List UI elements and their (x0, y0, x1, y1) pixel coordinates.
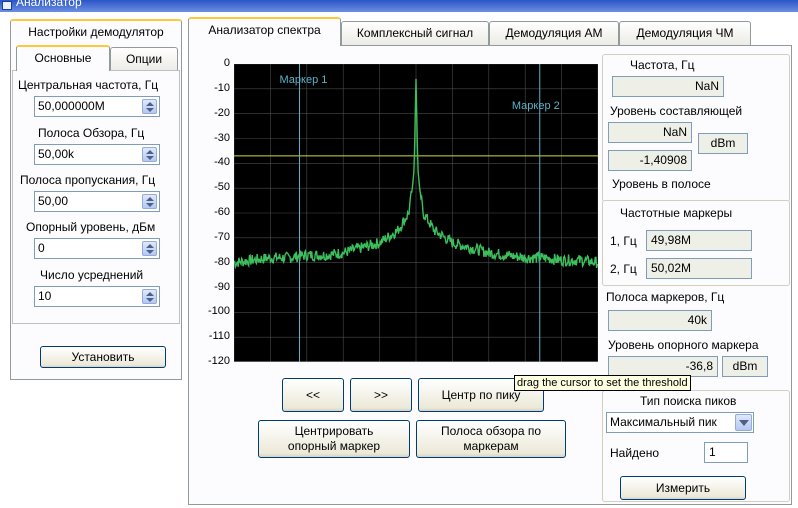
span-input[interactable]: 50,00k (34, 144, 160, 165)
freq-markers-label: Частотные маркеры (620, 206, 733, 220)
band-level-value: -1,40908 (608, 150, 692, 171)
span-value: 50,00k (38, 147, 75, 161)
y-tick-label: -100 (207, 305, 230, 318)
ref-level-label: Опорный уровень, дБм (26, 220, 156, 234)
bandwidth-label: Полоса пропускания, Гц (20, 173, 156, 187)
next-button[interactable]: >> (350, 378, 412, 412)
y-tick-label: -60 (214, 206, 230, 218)
spin-updown-icon[interactable] (142, 194, 157, 209)
marker-2-freq-value: 50,02M (646, 258, 752, 279)
tab-label: Настройки демодулятор (28, 25, 164, 39)
ref-level-value: 0 (38, 241, 45, 255)
spin-updown-icon[interactable] (142, 289, 157, 304)
marker-1-freq-value: 49,98M (646, 230, 752, 251)
peak-type-value: Максимальный пик (610, 415, 717, 429)
tab-complex-signal[interactable]: Комплексный сигнал (341, 21, 489, 45)
tab-fm-demod[interactable]: Демодуляция ЧМ (619, 21, 751, 45)
spin-updown-icon[interactable] (142, 241, 157, 256)
y-tick-label: -20 (214, 106, 230, 119)
title-bar: Анализатор (0, 0, 798, 12)
tab-fm-label: Демодуляция ЧМ (636, 26, 734, 40)
subtab-options-label: Опции (125, 52, 163, 66)
marker-2-freq-label: 2, Гц (610, 262, 637, 276)
y-tick-label: -110 (208, 330, 230, 343)
subtab-options[interactable]: Опции (110, 47, 178, 71)
level-unit: dBm (698, 133, 748, 154)
ref-marker-level-label: Уровень опорного маркера (608, 338, 759, 352)
subtab-main[interactable]: Основные (16, 45, 110, 71)
marker-2-label: Маркер 2 (512, 100, 560, 112)
y-tick-label: -30 (214, 131, 230, 144)
tab-spectrum-analyzer[interactable]: Анализатор спектра (188, 17, 341, 46)
ref-marker-level-value: -36,8 (608, 356, 718, 377)
center-freq-value: 50,000000M (38, 99, 105, 113)
center-freq-input[interactable]: 50,000000M (34, 96, 160, 117)
spectrum-chart[interactable]: Маркер 1 Маркер 2 (234, 64, 598, 362)
band-level-label: Уровень в полосе (612, 177, 711, 191)
tab-am-demod[interactable]: Демодуляция АМ (489, 21, 619, 45)
peak-type-label: Тип поиска пиков (640, 394, 737, 408)
tab-am-label: Демодуляция АМ (505, 26, 603, 40)
marker-span-value: 40k (608, 310, 712, 331)
frequency-label: Частота, Гц (630, 58, 695, 72)
apply-button[interactable]: Установить (40, 346, 166, 368)
spin-updown-icon[interactable] (142, 99, 157, 114)
span-label: Полоса Обзора, Гц (38, 126, 145, 140)
component-level-value: NaN (608, 122, 692, 143)
averages-input[interactable]: 10 (34, 286, 160, 307)
bandwidth-value: 50,00 (38, 194, 69, 208)
y-tick-label: -90 (214, 280, 230, 293)
spin-updown-icon[interactable] (142, 147, 157, 162)
center-freq-label: Центральная частота, Гц (18, 78, 159, 92)
tab-demodulator-settings[interactable]: Настройки демодулятор (10, 19, 182, 46)
subtab-main-label: Основные (34, 51, 92, 65)
ref-level-input[interactable]: 0 (34, 238, 160, 259)
marker-1-freq-label: 1, Гц (610, 234, 637, 248)
y-tick-label: -120 (207, 355, 230, 367)
measure-button[interactable]: Измерить (620, 476, 746, 500)
center-ref-marker-button[interactable]: Центрировать опорный маркер (258, 420, 410, 458)
y-tick-label: -50 (214, 181, 230, 194)
tab-spectrum-label: Анализатор спектра (208, 23, 321, 37)
y-tick-label: -80 (214, 255, 230, 268)
prev-button[interactable]: << (282, 378, 344, 412)
peak-type-select[interactable]: Максимальный пик (606, 412, 754, 433)
ref-marker-unit: dBm (722, 356, 768, 377)
y-tick-label: 0 (223, 57, 230, 69)
y-tick-label: -10 (214, 81, 230, 94)
chevron-down-icon[interactable] (735, 414, 752, 431)
marker-span-label: Полоса маркеров, Гц (606, 290, 725, 304)
averages-label: Число усреднений (40, 268, 144, 282)
app-icon (2, 1, 12, 10)
bandwidth-input[interactable]: 50,00 (34, 191, 160, 212)
threshold-tooltip: drag the cursor to set the threshold (514, 375, 691, 391)
tab-complex-label: Комплексный сигнал (356, 26, 474, 40)
frequency-value: NaN (612, 76, 724, 97)
found-label: Найдено (610, 446, 660, 460)
marker-1-label: Маркер 1 (280, 74, 328, 86)
averages-value: 10 (38, 289, 52, 303)
component-level-label: Уровень составляющей (610, 104, 743, 118)
y-tick-label: -40 (214, 156, 230, 169)
found-value: 1 (704, 442, 748, 463)
span-by-markers-button[interactable]: Полоса обзора по маркерам (416, 420, 566, 458)
window-title: Анализатор (16, 0, 82, 9)
y-tick-label: -70 (214, 230, 230, 243)
